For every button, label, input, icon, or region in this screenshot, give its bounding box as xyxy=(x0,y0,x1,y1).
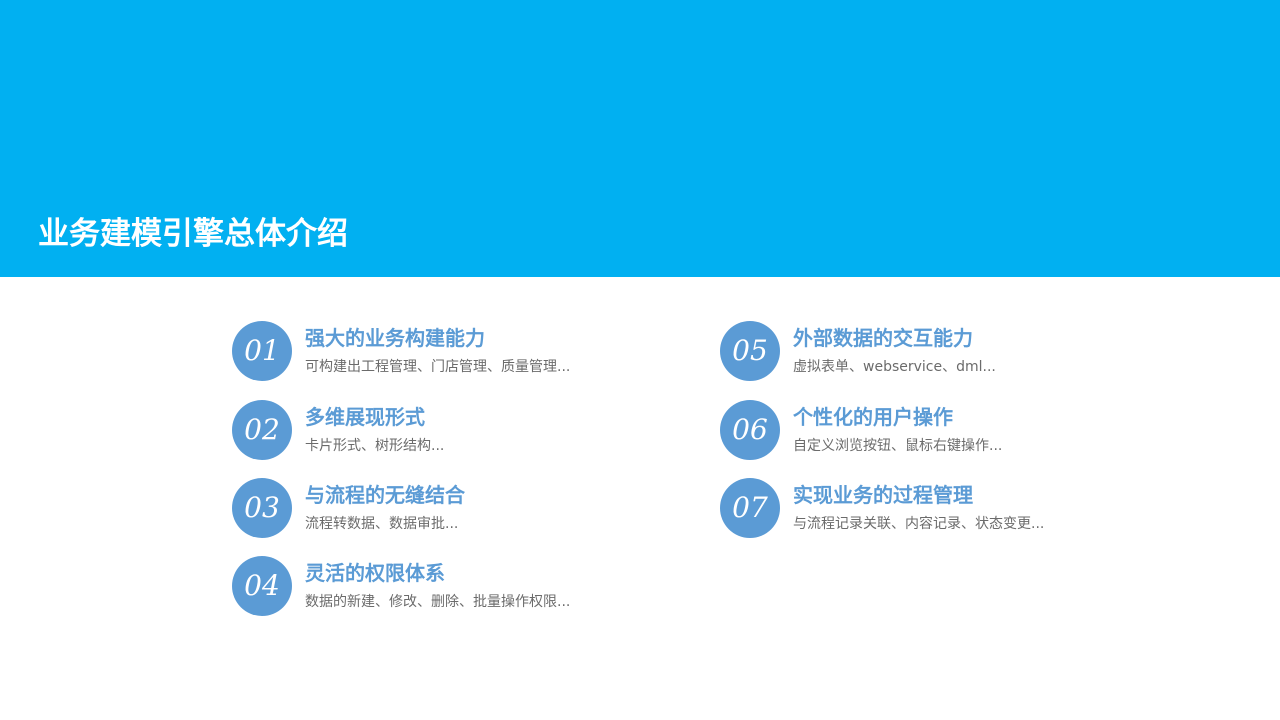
feature-title: 个性化的用户操作 xyxy=(793,405,953,429)
number-badge: 05 xyxy=(720,321,780,381)
feature-description: 流程转数据、数据审批... xyxy=(305,516,459,532)
feature-description: 虚拟表单、webservice、dml... xyxy=(793,359,996,375)
feature-description: 可构建出工程管理、门店管理、质量管理... xyxy=(305,359,571,375)
feature-title: 多维展现形式 xyxy=(305,405,425,429)
feature-description: 与流程记录关联、内容记录、状态变更... xyxy=(793,516,1045,532)
feature-item: 02 多维展现形式 卡片形式、树形结构... xyxy=(232,400,652,462)
number-badge: 03 xyxy=(232,478,292,538)
feature-description: 自定义浏览按钮、鼠标右键操作... xyxy=(793,438,1003,454)
number-badge: 04 xyxy=(232,556,292,616)
slide-title: 业务建模引擎总体介绍 xyxy=(38,216,348,252)
feature-item: 01 强大的业务构建能力 可构建出工程管理、门店管理、质量管理... xyxy=(232,321,652,383)
feature-item: 05 外部数据的交互能力 虚拟表单、webservice、dml... xyxy=(720,321,1140,383)
feature-title: 实现业务的过程管理 xyxy=(793,483,973,507)
feature-title: 灵活的权限体系 xyxy=(305,561,445,585)
slide: 业务建模引擎总体介绍 01 强大的业务构建能力 可构建出工程管理、门店管理、质量… xyxy=(0,0,1280,720)
feature-title: 与流程的无缝结合 xyxy=(305,483,465,507)
feature-description: 卡片形式、树形结构... xyxy=(305,438,445,454)
feature-item: 04 灵活的权限体系 数据的新建、修改、删除、批量操作权限... xyxy=(232,556,652,618)
feature-title: 外部数据的交互能力 xyxy=(793,326,973,350)
feature-title: 强大的业务构建能力 xyxy=(305,326,485,350)
number-badge: 01 xyxy=(232,321,292,381)
feature-description: 数据的新建、修改、删除、批量操作权限... xyxy=(305,594,571,610)
feature-item: 06 个性化的用户操作 自定义浏览按钮、鼠标右键操作... xyxy=(720,400,1140,462)
feature-item: 07 实现业务的过程管理 与流程记录关联、内容记录、状态变更... xyxy=(720,478,1140,540)
number-badge: 06 xyxy=(720,400,780,460)
number-badge: 07 xyxy=(720,478,780,538)
number-badge: 02 xyxy=(232,400,292,460)
feature-item: 03 与流程的无缝结合 流程转数据、数据审批... xyxy=(232,478,652,540)
